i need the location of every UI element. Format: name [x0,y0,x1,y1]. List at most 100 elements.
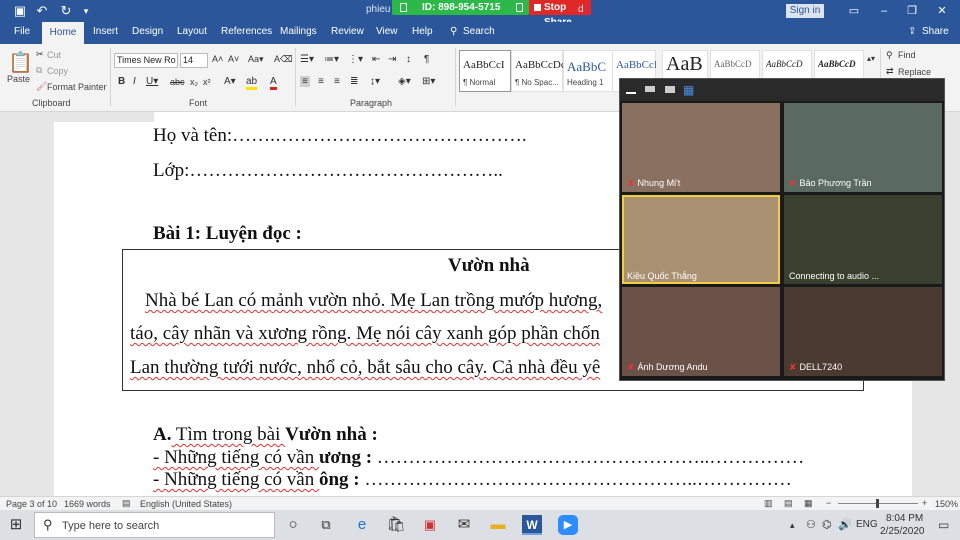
minimize-video-icon[interactable] [626,86,636,94]
line-spacing-icon[interactable]: ↨▾ [370,76,380,87]
redo-icon[interactable]: ↻ [58,3,74,19]
clear-formatting-icon[interactable]: A⌫ [274,54,293,65]
web-layout-icon[interactable]: ▦ [804,498,813,509]
network-icon[interactable]: ⌬ [822,518,832,531]
people-icon[interactable]: ⚇ [806,518,816,531]
multilevel-list-icon[interactable]: ⋮▾ [348,54,363,65]
tab-file[interactable]: File [14,26,30,37]
borders-icon[interactable]: ⊞▾ [422,76,435,87]
tab-help[interactable]: Help [412,26,433,37]
font-color-icon[interactable]: A [270,76,277,90]
participant-video-tile[interactable]: ✘ Ánh Dương Andu [622,287,780,376]
replace-button[interactable]: Replace [898,67,931,77]
shrink-font-icon[interactable]: A˅ [228,54,239,64]
word-count[interactable]: 1669 words [64,499,111,509]
page-count[interactable]: Page 3 of 10 [6,499,57,509]
tab-insert[interactable]: Insert [93,26,118,37]
zoom-meeting-id[interactable]: ID: 898-954-5715 [392,0,529,15]
format-painter-icon[interactable]: 🖌 [36,81,47,92]
italic-icon[interactable]: I [133,76,136,87]
bold-icon[interactable]: B [118,76,125,87]
participant-video-tile[interactable]: ✘ Nhung Mi't [622,103,780,192]
read-mode-icon[interactable]: ▥ [764,498,773,509]
action-center-icon[interactable]: ▭ [938,518,949,532]
bullets-icon[interactable]: ☰▾ [300,54,314,65]
app-icon[interactable]: ▣ [420,515,440,535]
justify-icon[interactable]: ≣ [350,76,358,87]
close-icon[interactable]: ✕ [934,3,950,19]
windows-start-icon[interactable]: ⊞ [6,515,26,535]
zoom-level[interactable]: 150% [935,499,958,509]
copy-icon[interactable]: ⧉ [36,65,42,76]
tab-home[interactable]: Home [42,22,84,44]
speaker-view-icon[interactable] [665,86,675,93]
word-icon[interactable]: W [522,515,542,535]
zoom-out-icon[interactable]: − [826,498,831,508]
store-icon[interactable]: 🛍 [386,515,406,535]
text-effects-icon[interactable]: A▾ [224,76,236,87]
customize-qa-icon[interactable]: ▾ [78,3,94,19]
file-explorer-icon[interactable]: ▬ [488,515,508,535]
find-button[interactable]: Find [898,50,916,60]
highlight-icon[interactable]: ab [246,76,258,90]
taskbar-search[interactable]: ⚲ Type here to search [34,512,275,538]
styles-scroll-icon[interactable]: ▴▾ [867,54,875,63]
edge-icon[interactable]: e [352,515,372,535]
clock-time[interactable]: 8:04 PM [886,513,923,524]
restore-icon[interactable]: ❐ [904,3,920,19]
replace-icon[interactable]: ⇄ [886,66,894,77]
style-no-spacing[interactable]: AaBbCcDc ¶ No Spac... [511,50,563,92]
save-icon[interactable]: ▣ [12,3,28,19]
print-layout-icon[interactable]: ▤ [784,498,793,509]
participant-video-tile[interactable]: Connecting to audio ... [784,195,942,284]
cortana-icon[interactable]: ○ [283,515,303,535]
participant-video-tile-active[interactable]: Kiều Quốc Thắng [622,195,780,284]
tab-references[interactable]: References [221,26,272,37]
superscript-icon[interactable]: x² [203,77,211,87]
show-formatting-icon[interactable]: ¶ [424,54,429,65]
tab-design[interactable]: Design [132,26,163,37]
zoom-gallery-window[interactable]: ▦ ✘ Nhung Mi't ✘ Bảo Phương Trần Kiều Quốc… [619,78,945,381]
style-heading-1[interactable]: AaBbC Heading 1 [563,50,615,92]
vertical-ruler[interactable] [0,122,12,496]
style-normal[interactable]: AaBbCcI ¶ Normal [459,50,511,92]
undo-icon[interactable]: ↶ [34,3,50,19]
numbering-icon[interactable]: ≔▾ [324,54,339,65]
ribbon-display-icon[interactable]: ▭ [846,3,862,19]
hide-video-icon[interactable] [645,86,655,92]
zoom-app-icon[interactable]: ▶ [558,515,578,535]
align-center-icon[interactable]: ≡ [318,76,324,87]
share-button[interactable]: Share [922,26,949,37]
paste-button[interactable]: Paste [7,74,30,84]
font-size-select[interactable]: 14 [180,53,208,68]
grow-font-icon[interactable]: A˄ [212,54,223,64]
share-icon[interactable]: ⇪ [908,26,916,37]
sort-icon[interactable]: ↕ [406,54,411,65]
proofing-icon[interactable]: ▤ [122,498,131,509]
align-right-icon[interactable]: ≡ [334,76,340,87]
decrease-indent-icon[interactable]: ⇤ [372,54,380,65]
find-icon[interactable]: ⚲ [886,50,893,61]
font-name-select[interactable]: Times New Ro [114,53,178,68]
language-bar[interactable]: ENG [856,519,878,530]
tab-mailings[interactable]: Mailings [280,26,317,37]
tab-view[interactable]: View [376,26,398,37]
volume-icon[interactable]: 🔊 [838,518,852,531]
task-view-icon[interactable]: ⧉ [316,515,336,535]
clock-date[interactable]: 2/25/2020 [880,526,925,537]
sign-in-button[interactable]: Sign in [786,4,824,18]
show-hidden-icons[interactable]: ▴ [790,520,795,531]
shading-icon[interactable]: ◈▾ [398,76,411,87]
increase-indent-icon[interactable]: ⇥ [388,54,396,65]
gallery-view-icon[interactable]: ▦ [683,83,694,97]
mail-icon[interactable]: ✉ [454,515,474,535]
strikethrough-icon[interactable]: abc [170,77,185,87]
zoom-in-icon[interactable]: + [922,498,927,508]
copy-button[interactable]: Copy [47,66,68,76]
align-left-icon[interactable]: ≡ [300,76,310,87]
participant-video-tile[interactable]: ✘ Bảo Phương Trần [784,103,942,192]
cut-icon[interactable]: ✂ [36,49,44,60]
paste-icon[interactable]: 📋 [8,50,33,75]
search-icon[interactable]: ⚲ [450,26,457,37]
minimize-icon[interactable]: – [876,3,892,19]
